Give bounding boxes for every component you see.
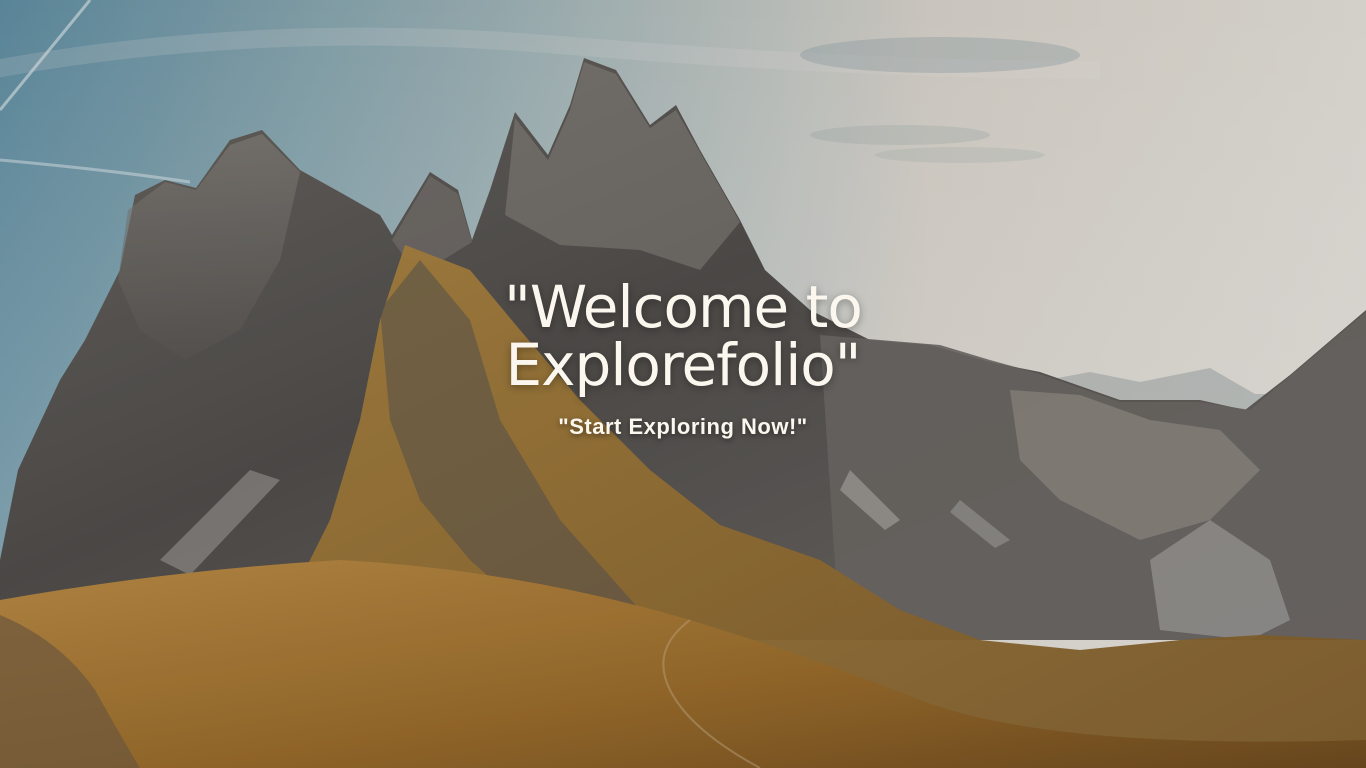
hero-section: "Welcome to Explorefolio" "Start Explori… xyxy=(0,0,1366,768)
hero-title: "Welcome to Explorefolio" xyxy=(504,273,863,399)
hero-content: "Welcome to Explorefolio" "Start Explori… xyxy=(0,278,1366,440)
hero-subtitle: "Start Exploring Now!" xyxy=(558,414,808,439)
